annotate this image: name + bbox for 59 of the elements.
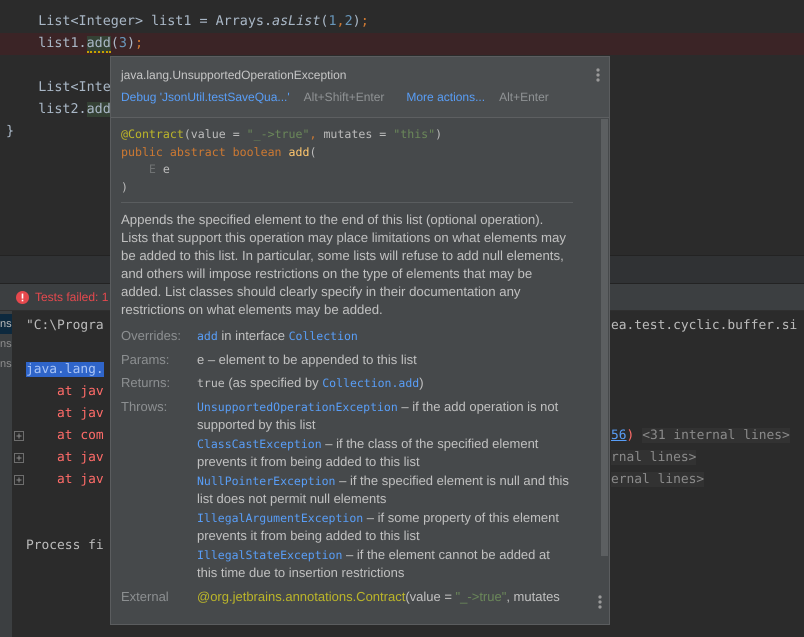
definition-text: @org.jetbrains.annotations.Contract(value = "_->true", mutates (197, 588, 561, 606)
console-text: ea.test.cyclic.buffer.si (611, 318, 798, 333)
action-link[interactable]: Debug 'JsonUtil.testSaveQua...' (121, 90, 290, 104)
kebab-icon (596, 68, 600, 82)
code-line: List<Inte (37, 80, 111, 95)
description-text: Appends the specified element to the end of this list (optional operation). Lists that support this operation may place limitations on what elements may be added to this list. In particular, some lists will refuse to add null elements, and others will impose restrictions on the type of elements that may be added. List classes should clearly specify in their documentation any restrictions on what elements may be added. (121, 211, 567, 319)
definition-label: Throws: (121, 398, 168, 416)
expand-icon (14, 475, 24, 485)
shortcut-hint: Alt+Enter (499, 90, 549, 104)
console-line: at com (56, 428, 104, 443)
definition-text: IllegalArgumentException – if some property of this element prevents it from being added to this list (197, 508, 560, 545)
code-line: list2.add (37, 102, 111, 117)
console-line: at jav (56, 384, 104, 399)
definition-text: IllegalStateException – if the element cannot be added at this time due to insertion restrictions (197, 546, 551, 582)
code-link[interactable]: UnsupportedOperationException (197, 400, 398, 414)
console-text: ) (626, 428, 634, 443)
folded-lines[interactable]: rnal lines> (611, 450, 696, 465)
status-text: Tests failed: 1 (35, 290, 108, 304)
definition-label: Returns: (121, 374, 172, 392)
folded-lines[interactable]: <31 internal lines> (642, 428, 790, 443)
definition-text: ClassCastException – if the class of the specified element prevents it from being added to this list (197, 434, 540, 471)
code-link[interactable]: ClassCastException (197, 436, 322, 450)
test-tree-item[interactable]: ns (0, 354, 12, 374)
definition-label: External (121, 588, 170, 606)
code-link[interactable]: IllegalArgumentException (197, 510, 364, 524)
expand-icon (14, 453, 24, 463)
code-line: ) (121, 178, 129, 196)
expand-icon (14, 431, 24, 441)
code-line: @Contract(value = "_->true", mutates = "this") (121, 126, 444, 143)
code-link[interactable]: add (197, 329, 218, 343)
code-link[interactable]: Collection (288, 329, 358, 343)
folded-lines[interactable]: ernal lines> (611, 472, 704, 487)
definition-text: true (as specified by Collection.add) (197, 374, 425, 392)
definition-text: NullPointerException – if the specified element is null and this list does not permit null elements (197, 472, 570, 508)
definition-text: add in interface Collection (197, 327, 359, 345)
test-tree-item[interactable]: ns (0, 334, 12, 354)
console-line: at jav (56, 450, 104, 465)
console-line: at jav (56, 472, 104, 487)
console-line: "C:\Progra (26, 318, 104, 333)
kebab-icon (598, 595, 602, 609)
console-line: at jav (56, 406, 104, 421)
definition-text: UnsupportedOperationException – if the add operation is not supported by this list (197, 398, 560, 434)
console-line: Process fi (26, 538, 104, 553)
popup-title: java.lang.UnsupportedOperationException (121, 68, 346, 82)
definition-text: e – element to be appended to this list (197, 350, 418, 369)
code-line: list1.add(3); (37, 36, 144, 53)
line-number-link[interactable]: 56 (611, 428, 627, 443)
code-line: List<Integer> list1 = Arrays.asList(1,2); (37, 14, 369, 29)
code-line: public abstract boolean add( (121, 144, 318, 160)
code-line: } (6, 124, 14, 139)
definition-label: Params: (121, 350, 170, 368)
definition-label: Overrides: (121, 327, 182, 345)
error-icon (16, 290, 29, 304)
code-link[interactable]: NullPointerException (197, 474, 336, 488)
shortcut-hint: Alt+Shift+Enter (304, 90, 384, 104)
code-link[interactable]: Collection.add (322, 376, 420, 390)
code-link[interactable]: IllegalStateException (197, 548, 342, 562)
action-link[interactable]: More actions... (406, 90, 486, 104)
test-tree-item[interactable]: ns (0, 314, 12, 334)
